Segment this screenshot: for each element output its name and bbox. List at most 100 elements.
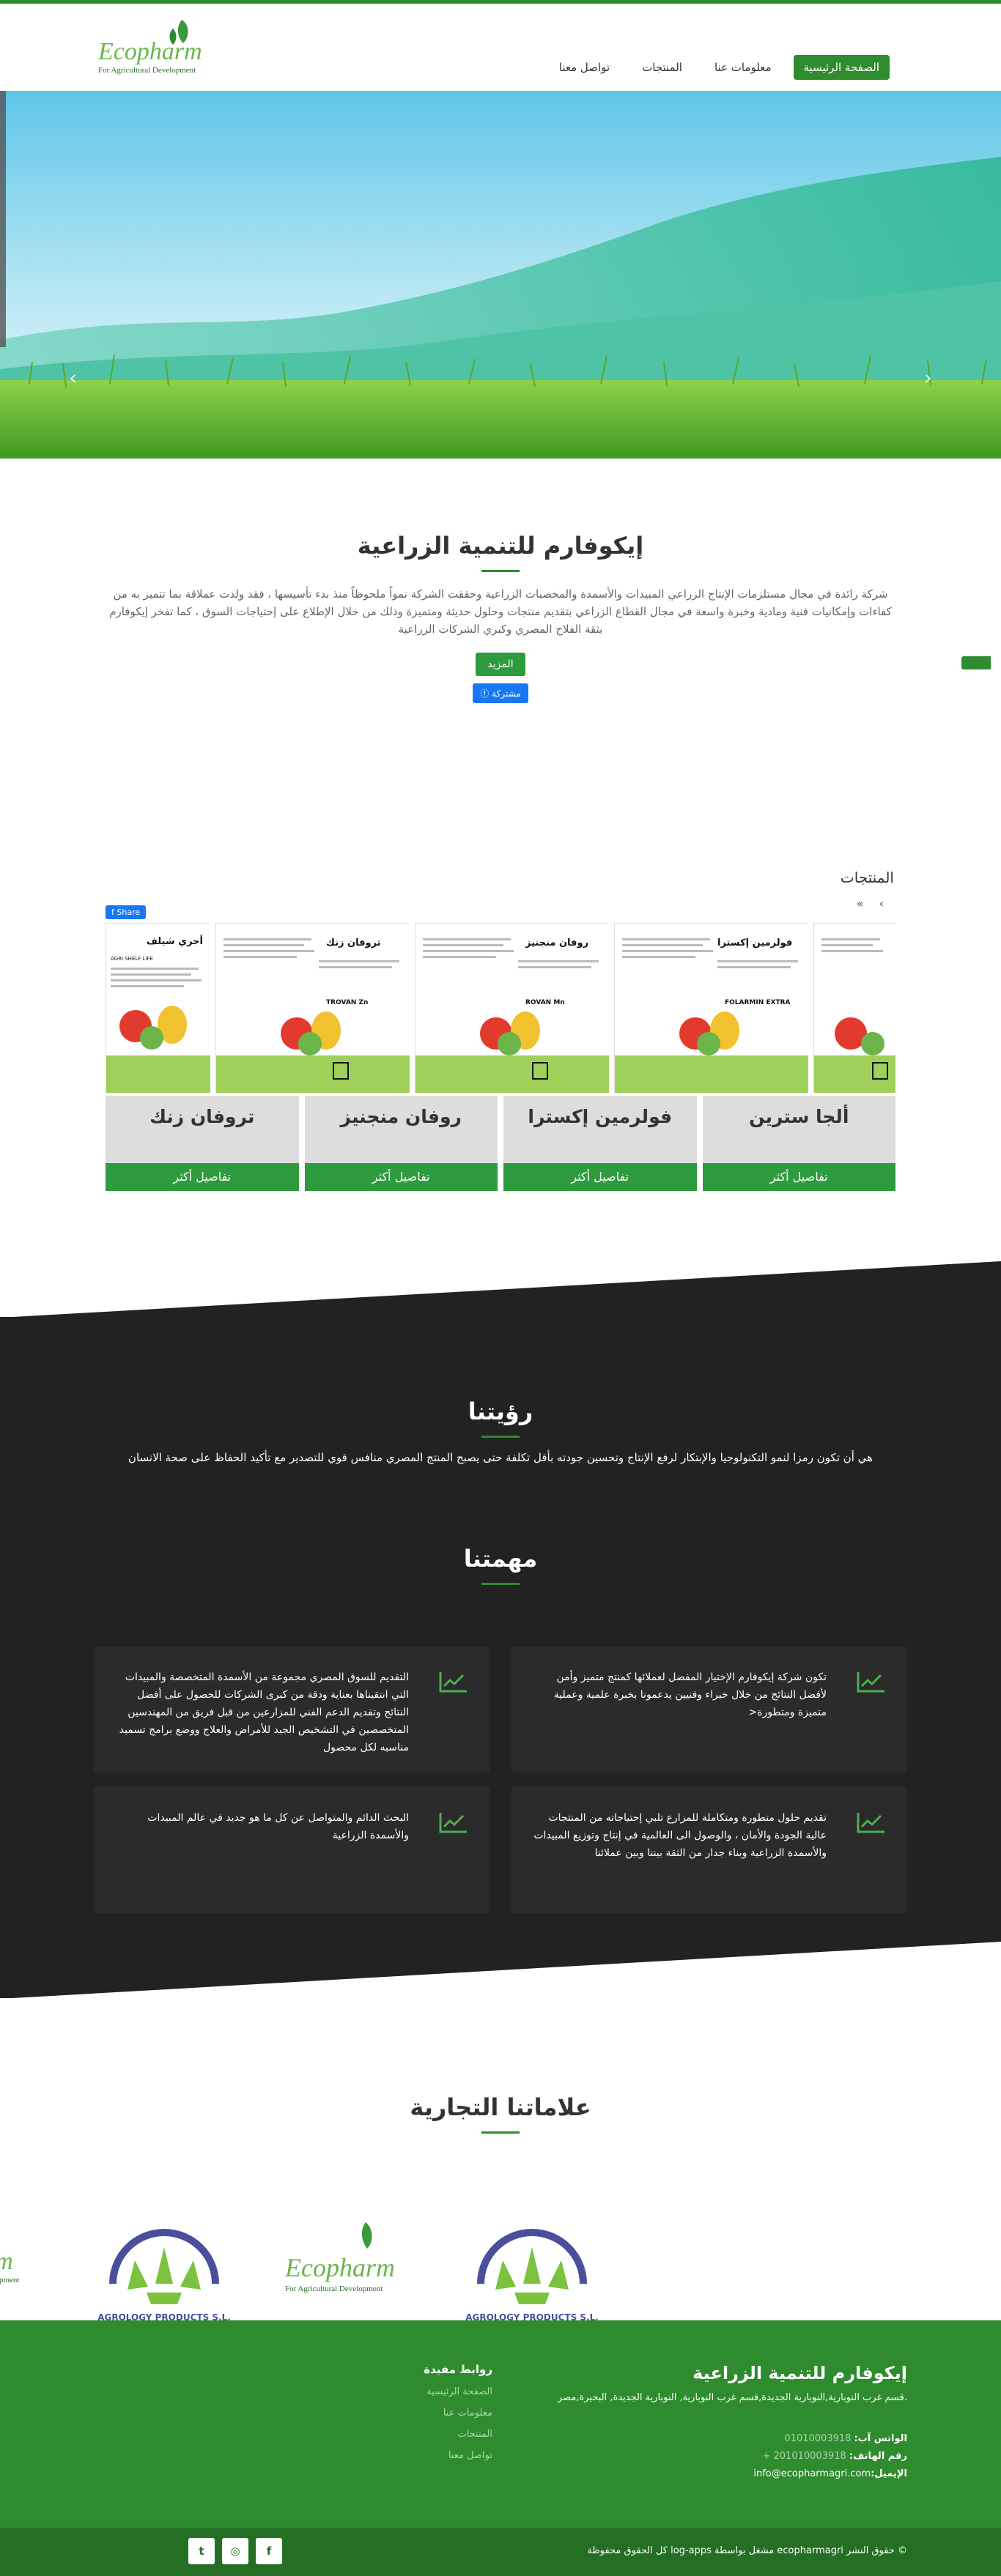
brand-ecopharm-text: Ecopharm [284, 2253, 395, 2282]
mission-card: البحث الدائم والمتواصل عن كل ما هو جديد … [94, 1787, 490, 1913]
vision-block: رؤيتنا هي أن تكون رمزا لنمو التكنولوجيا … [0, 1317, 1001, 1464]
hero-side-strip [0, 91, 6, 347]
footer-link-contact[interactable]: تواصل معنا [402, 2450, 492, 2461]
vision-mission-section: رؤيتنا هي أن تكون رمزا لنمو التكنولوجيا … [0, 1261, 1001, 1999]
label-en-text: ROVAN Mn [525, 999, 565, 1006]
slider-prev-icon[interactable]: ‹ [69, 365, 77, 390]
mission-card: تقديم حلول متطورة ومتكاملة للمزارع تلبي … [511, 1787, 907, 1913]
footer-link-home[interactable]: الصفحة الرئيسية [402, 2386, 492, 2397]
logo-graphic: Ecopharm For Agricultural Development [97, 20, 202, 75]
label-en-text: TROVAN Zn [326, 999, 368, 1006]
products-title: المنتجات [840, 869, 894, 886]
share-label: مشترکة [492, 688, 521, 699]
product-label-image[interactable]: ن [813, 923, 895, 1093]
facebook-icon[interactable]: f [256, 2538, 282, 2564]
product-name: فولرمين إكسترا [503, 1096, 697, 1163]
title-underline [481, 1436, 520, 1438]
links-title: روابط مفيدة [424, 2363, 492, 2376]
product-name: ألجا سترين [702, 1096, 895, 1163]
footer-contact: الواتس آب: 01010003918 رقم الهاتف: 20101… [753, 2430, 907, 2483]
email-row: الإيميل:info@ecopharmagri.com [753, 2465, 907, 2483]
brands-section: علاماتنا التجارية rm velopment AGROLOGY … [0, 1998, 1001, 2323]
mission-cards-grid: تكون شركة إيكوفارم الإختيار المفضل لعملا… [94, 1647, 907, 1913]
whatsapp-value[interactable]: 01010003918 [784, 2433, 851, 2444]
site-header: Ecopharm For Agricultural Development ال… [0, 4, 1001, 91]
title-underline [481, 1583, 520, 1585]
brand-partial-text: rm [0, 2248, 13, 2275]
hero-slider: ‹ › [0, 91, 1001, 459]
footer-link-about[interactable]: معلومات عنا [402, 2408, 492, 2419]
email-label: الإيميل: [871, 2468, 907, 2479]
main-nav: الصفحة الرئيسية معلومات عنا المنتجات توا… [549, 55, 890, 80]
fb-share-label: Share [117, 907, 141, 917]
label-en-text: AGRI SHELF LIFE [111, 956, 153, 962]
instagram-icon[interactable]: ◎ [222, 2538, 248, 2564]
product-card: فولرمين إكسترا تفاصيل أكثر [503, 1096, 697, 1191]
nav-products[interactable]: المنتجات [632, 55, 692, 80]
label-ar-text: فولرمين إكسترا [717, 938, 792, 949]
side-floating-tab[interactable] [961, 656, 991, 669]
brand-ecopharm-tagline: For Agricultural Development [285, 2284, 383, 2293]
facebook-share-button[interactable]: f Share [106, 905, 147, 919]
product-name: تروفان زنك [106, 1096, 299, 1163]
line-chart-icon [439, 1672, 467, 1693]
share-button[interactable]: ⓕ مشترکة [473, 683, 528, 703]
line-chart-icon [857, 1672, 884, 1693]
section-slant-bottom [0, 1942, 1001, 1999]
line-chart-icon [857, 1813, 884, 1833]
brand-partial-tagline: velopment [0, 2276, 19, 2284]
product-details-button[interactable]: تفاصيل أكثر [503, 1163, 697, 1191]
product-label-image[interactable]: روفان منجنيز ROVAN Mn [415, 923, 609, 1093]
product-image-carousel: أجري شيلف AGRI SHELF LIFE تروفان زنك TRO… [106, 923, 895, 1093]
product-details-button[interactable]: تفاصيل أكثر [106, 1163, 299, 1191]
site-footer: إيكوفارم للتنمية الزراعية .قسم غرب النوب… [0, 2320, 1001, 2528]
line-chart-icon [439, 1813, 467, 1833]
nav-home[interactable]: الصفحة الرئيسية [793, 55, 890, 80]
product-card: روفان منجنيز تفاصيل أكثر [304, 1096, 498, 1191]
ecopharm-logo[interactable]: Ecopharm For Agricultural Development [94, 14, 218, 80]
phone-label: رقم الهاتف: [849, 2451, 907, 2462]
whatsapp-row: الواتس آب: 01010003918 [753, 2430, 907, 2448]
mission-block: مهمتنا [0, 1464, 1001, 1585]
product-label-image[interactable]: أجري شيلف AGRI SHELF LIFE [106, 923, 210, 1093]
nav-about[interactable]: معلومات عنا [704, 55, 782, 80]
product-card: ألجا سترين تفاصيل أكثر [702, 1096, 895, 1191]
footer-link-products[interactable]: المنتجات [402, 2429, 492, 2440]
mission-text: تقديم حلول متطورة ومتكاملة للمزارع تلبي … [533, 1812, 827, 1859]
more-button[interactable]: المزيد [476, 653, 525, 676]
brands-title: علاماتنا التجارية [410, 2093, 591, 2121]
product-cards-row: ألجا سترين تفاصيل أكثر فولرمين إكسترا تف… [106, 1096, 895, 1191]
label-ar-text: روفان منجنيز [525, 938, 588, 949]
slider-next-icon[interactable]: › [924, 365, 932, 390]
product-label-image[interactable]: تروفان زنك TROVAN Zn [215, 923, 410, 1093]
email-value[interactable]: info@ecopharmagri.com [753, 2468, 871, 2479]
products-section: المنتجات « ‹ f Share أجري شيلف AGRI SHEL… [0, 869, 1001, 1317]
product-label-image[interactable]: فولرمين إكسترا FOLARMIN EXTRA [614, 923, 808, 1093]
intro-title: إيكوفارم للتنمية الزراعية [357, 532, 644, 560]
useful-links: روابط مفيدة الصفحة الرئيسية معلومات عنا … [402, 2363, 492, 2461]
product-card: تروفان زنك تفاصيل أكثر [106, 1096, 299, 1191]
title-underline [481, 2131, 520, 2134]
phone-row: رقم الهاتف: 201010003918 + [753, 2448, 907, 2465]
hero-landscape-image [0, 91, 1001, 459]
product-details-button[interactable]: تفاصيل أكثر [304, 1163, 498, 1191]
social-links: t ◎ f [188, 2538, 282, 2564]
intro-section: إيكوفارم للتنمية الزراعية شركة رائدة في … [0, 459, 1001, 869]
title-underline [481, 570, 520, 572]
label-ar-text: أجري شيلف [147, 935, 203, 947]
product-details-button[interactable]: تفاصيل أكثر [702, 1163, 895, 1191]
vision-title: رؤيتنا [468, 1398, 533, 1425]
nav-contact[interactable]: تواصل معنا [549, 55, 620, 80]
products-nav-arrows[interactable]: « ‹ [857, 897, 890, 910]
mission-text: تكون شركة إيكوفارم الإختيار المفضل لعملا… [553, 1671, 827, 1718]
twitter-icon[interactable]: t [188, 2538, 215, 2564]
logo-eco-text: Ecopharm [97, 38, 202, 65]
mission-card: التقديم للسوق المصري مجموعة من الأسمدة ا… [94, 1647, 490, 1773]
phone-value[interactable]: 201010003918 + [762, 2451, 846, 2462]
mission-text: التقديم للسوق المصري مجموعة من الأسمدة ا… [119, 1671, 409, 1753]
whatsapp-label: الواتس آب: [854, 2433, 907, 2444]
mission-text: البحث الدائم والمتواصل عن كل ما هو جديد … [147, 1812, 409, 1841]
facebook-icon: ⓕ [480, 688, 492, 699]
footer-title: إيكوفارم للتنمية الزراعية [692, 2363, 907, 2383]
label-ar-text: تروفان زنك [326, 938, 381, 949]
